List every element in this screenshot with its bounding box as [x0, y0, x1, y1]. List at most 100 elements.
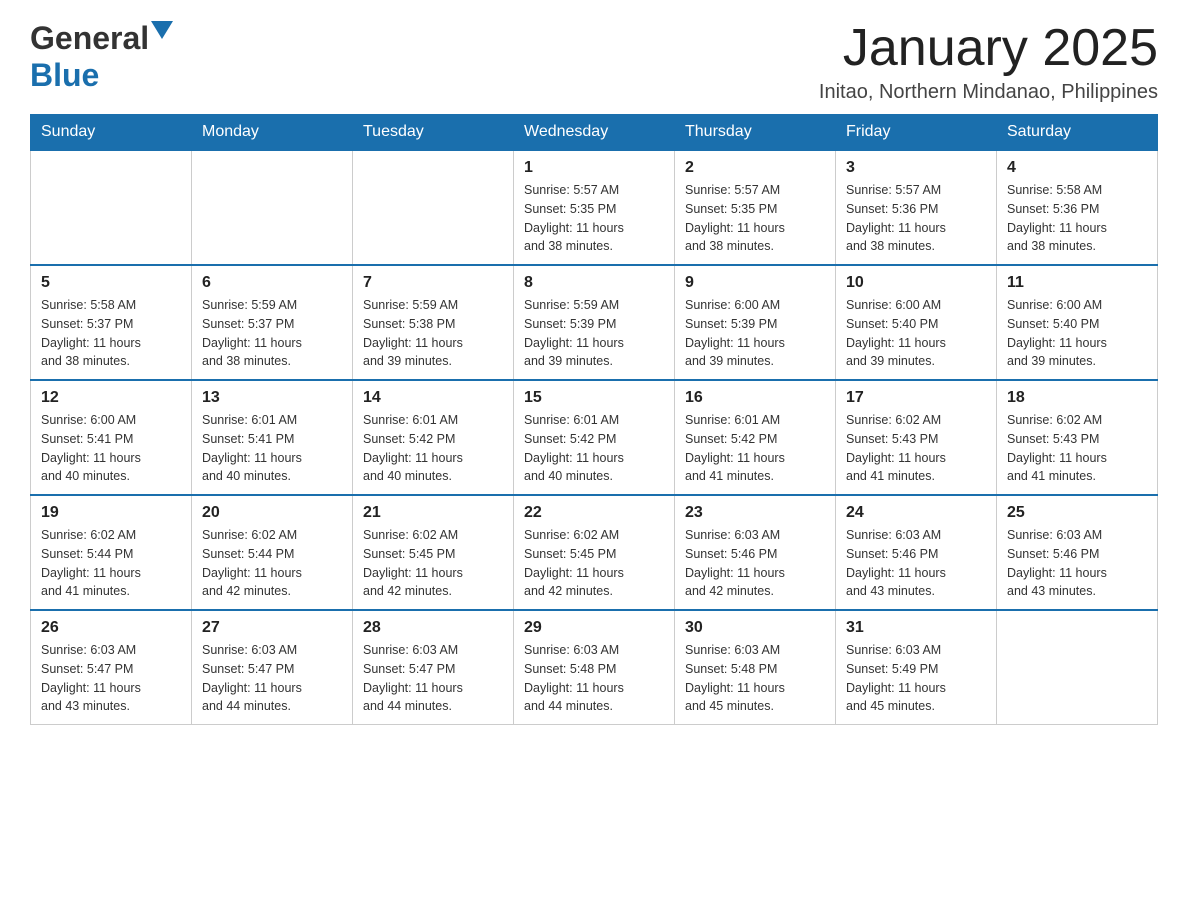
- calendar-day-cell: 8 Sunrise: 5:59 AM Sunset: 5:39 PM Daylig…: [514, 265, 675, 380]
- calendar-day-cell: 31Sunrise: 6:03 AM Sunset: 5:49 PM Dayli…: [836, 610, 997, 725]
- calendar-header-sunday: Sunday: [31, 115, 192, 151]
- day-info: Sunrise: 6:01 AM Sunset: 5:41 PM Dayligh…: [202, 411, 342, 486]
- day-info: Sunrise: 5:59 AM Sunset: 5:37 PM Dayligh…: [202, 296, 342, 371]
- calendar-day-cell: 23Sunrise: 6:03 AM Sunset: 5:46 PM Dayli…: [675, 495, 836, 610]
- day-number: 28: [363, 619, 503, 637]
- day-number: 22: [524, 504, 664, 522]
- day-info: Sunrise: 6:02 AM Sunset: 5:44 PM Dayligh…: [202, 526, 342, 601]
- day-number: 8: [524, 274, 664, 292]
- day-info: Sunrise: 6:03 AM Sunset: 5:46 PM Dayligh…: [1007, 526, 1147, 601]
- day-info: Sunrise: 5:59 AM Sunset: 5:39 PM Dayligh…: [524, 296, 664, 371]
- day-info: Sunrise: 6:00 AM Sunset: 5:40 PM Dayligh…: [846, 296, 986, 371]
- calendar-day-cell: [997, 610, 1158, 725]
- day-number: 1: [524, 159, 664, 177]
- calendar-day-cell: 18 Sunrise: 6:02 AM Sunset: 5:43 PM Dayli…: [997, 380, 1158, 495]
- calendar-day-cell: 6 Sunrise: 5:59 AM Sunset: 5:37 PM Daylig…: [192, 265, 353, 380]
- calendar-day-cell: 3 Sunrise: 5:57 AM Sunset: 5:36 PM Daylig…: [836, 150, 997, 265]
- calendar-header-monday: Monday: [192, 115, 353, 151]
- calendar-day-cell: 7 Sunrise: 5:59 AM Sunset: 5:38 PM Daylig…: [353, 265, 514, 380]
- calendar-day-cell: 24Sunrise: 6:03 AM Sunset: 5:46 PM Dayli…: [836, 495, 997, 610]
- day-number: 9: [685, 274, 825, 292]
- calendar-header-saturday: Saturday: [997, 115, 1158, 151]
- day-info: Sunrise: 5:57 AM Sunset: 5:35 PM Dayligh…: [685, 181, 825, 256]
- day-number: 13: [202, 389, 342, 407]
- day-number: 3: [846, 159, 986, 177]
- calendar-day-cell: 11Sunrise: 6:00 AM Sunset: 5:40 PM Dayli…: [997, 265, 1158, 380]
- calendar-day-cell: 14Sunrise: 6:01 AM Sunset: 5:42 PM Dayli…: [353, 380, 514, 495]
- calendar-day-cell: 2 Sunrise: 5:57 AM Sunset: 5:35 PM Daylig…: [675, 150, 836, 265]
- day-number: 17: [846, 389, 986, 407]
- day-number: 7: [363, 274, 503, 292]
- calendar-week-row: 26 Sunrise: 6:03 AM Sunset: 5:47 PM Dayli…: [31, 610, 1158, 725]
- logo: General Blue: [30, 20, 173, 94]
- calendar-week-row: 12 Sunrise: 6:00 AM Sunset: 5:41 PM Dayli…: [31, 380, 1158, 495]
- day-info: Sunrise: 6:01 AM Sunset: 5:42 PM Dayligh…: [685, 411, 825, 486]
- title-area: January 2025 Initao, Northern Mindanao, …: [819, 20, 1158, 104]
- calendar-day-cell: [353, 150, 514, 265]
- calendar-header-wednesday: Wednesday: [514, 115, 675, 151]
- calendar-header-row: SundayMondayTuesdayWednesdayThursdayFrid…: [31, 115, 1158, 151]
- calendar-header-friday: Friday: [836, 115, 997, 151]
- day-info: Sunrise: 5:59 AM Sunset: 5:38 PM Dayligh…: [363, 296, 503, 371]
- calendar-day-cell: 30 Sunrise: 6:03 AM Sunset: 5:48 PM Dayli…: [675, 610, 836, 725]
- calendar-day-cell: 26Sunrise: 6:03 AM Sunset: 5:47 PM Dayli…: [31, 610, 192, 725]
- day-info: Sunrise: 6:03 AM Sunset: 5:49 PM Dayligh…: [846, 641, 986, 716]
- month-title: January 2025: [819, 20, 1158, 77]
- day-number: 19: [41, 504, 181, 522]
- day-info: Sunrise: 6:03 AM Sunset: 5:47 PM Dayligh…: [202, 641, 342, 716]
- day-info: Sunrise: 6:03 AM Sunset: 5:46 PM Dayligh…: [685, 526, 825, 601]
- calendar-week-row: 1 Sunrise: 5:57 AM Sunset: 5:35 PM Daylig…: [31, 150, 1158, 265]
- calendar-day-cell: 4 Sunrise: 5:58 AM Sunset: 5:36 PM Daylig…: [997, 150, 1158, 265]
- day-number: 5: [41, 274, 181, 292]
- day-info: Sunrise: 6:03 AM Sunset: 5:47 PM Dayligh…: [363, 641, 503, 716]
- calendar-day-cell: 9Sunrise: 6:00 AM Sunset: 5:39 PM Daylig…: [675, 265, 836, 380]
- day-info: Sunrise: 6:00 AM Sunset: 5:41 PM Dayligh…: [41, 411, 181, 486]
- day-number: 24: [846, 504, 986, 522]
- calendar-header-tuesday: Tuesday: [353, 115, 514, 151]
- calendar-day-cell: 22 Sunrise: 6:02 AM Sunset: 5:45 PM Dayli…: [514, 495, 675, 610]
- calendar-day-cell: 10 Sunrise: 6:00 AM Sunset: 5:40 PM Dayli…: [836, 265, 997, 380]
- calendar-day-cell: 21Sunrise: 6:02 AM Sunset: 5:45 PM Dayli…: [353, 495, 514, 610]
- calendar-day-cell: 25 Sunrise: 6:03 AM Sunset: 5:46 PM Dayli…: [997, 495, 1158, 610]
- day-number: 21: [363, 504, 503, 522]
- calendar-day-cell: 13 Sunrise: 6:01 AM Sunset: 5:41 PM Dayli…: [192, 380, 353, 495]
- logo-general-text: General: [30, 20, 149, 57]
- day-number: 6: [202, 274, 342, 292]
- calendar-day-cell: 28 Sunrise: 6:03 AM Sunset: 5:47 PM Dayli…: [353, 610, 514, 725]
- day-info: Sunrise: 5:57 AM Sunset: 5:35 PM Dayligh…: [524, 181, 664, 256]
- calendar-day-cell: [192, 150, 353, 265]
- day-info: Sunrise: 6:02 AM Sunset: 5:45 PM Dayligh…: [524, 526, 664, 601]
- day-number: 10: [846, 274, 986, 292]
- calendar-day-cell: 1 Sunrise: 5:57 AM Sunset: 5:35 PM Daylig…: [514, 150, 675, 265]
- calendar-day-cell: 5 Sunrise: 5:58 AM Sunset: 5:37 PM Daylig…: [31, 265, 192, 380]
- day-number: 18: [1007, 389, 1147, 407]
- day-info: Sunrise: 5:58 AM Sunset: 5:36 PM Dayligh…: [1007, 181, 1147, 256]
- calendar-table: SundayMondayTuesdayWednesdayThursdayFrid…: [30, 114, 1158, 725]
- calendar-day-cell: 15Sunrise: 6:01 AM Sunset: 5:42 PM Dayli…: [514, 380, 675, 495]
- calendar-day-cell: 20 Sunrise: 6:02 AM Sunset: 5:44 PM Dayli…: [192, 495, 353, 610]
- day-info: Sunrise: 6:03 AM Sunset: 5:48 PM Dayligh…: [524, 641, 664, 716]
- day-info: Sunrise: 5:58 AM Sunset: 5:37 PM Dayligh…: [41, 296, 181, 371]
- day-info: Sunrise: 6:02 AM Sunset: 5:44 PM Dayligh…: [41, 526, 181, 601]
- day-info: Sunrise: 6:00 AM Sunset: 5:40 PM Dayligh…: [1007, 296, 1147, 371]
- day-number: 2: [685, 159, 825, 177]
- day-number: 30: [685, 619, 825, 637]
- day-number: 12: [41, 389, 181, 407]
- calendar-day-cell: 12 Sunrise: 6:00 AM Sunset: 5:41 PM Dayli…: [31, 380, 192, 495]
- day-number: 20: [202, 504, 342, 522]
- calendar-day-cell: 16Sunrise: 6:01 AM Sunset: 5:42 PM Dayli…: [675, 380, 836, 495]
- day-number: 25: [1007, 504, 1147, 522]
- day-number: 14: [363, 389, 503, 407]
- calendar-week-row: 5 Sunrise: 5:58 AM Sunset: 5:37 PM Daylig…: [31, 265, 1158, 380]
- calendar-day-cell: 29 Sunrise: 6:03 AM Sunset: 5:48 PM Dayli…: [514, 610, 675, 725]
- day-number: 15: [524, 389, 664, 407]
- day-info: Sunrise: 6:03 AM Sunset: 5:48 PM Dayligh…: [685, 641, 825, 716]
- day-info: Sunrise: 5:57 AM Sunset: 5:36 PM Dayligh…: [846, 181, 986, 256]
- day-info: Sunrise: 6:02 AM Sunset: 5:43 PM Dayligh…: [1007, 411, 1147, 486]
- page-header: General Blue January 2025 Initao, Northe…: [30, 20, 1158, 104]
- day-number: 29: [524, 619, 664, 637]
- calendar-day-cell: [31, 150, 192, 265]
- day-number: 4: [1007, 159, 1147, 177]
- calendar-day-cell: 17Sunrise: 6:02 AM Sunset: 5:43 PM Dayli…: [836, 380, 997, 495]
- day-number: 26: [41, 619, 181, 637]
